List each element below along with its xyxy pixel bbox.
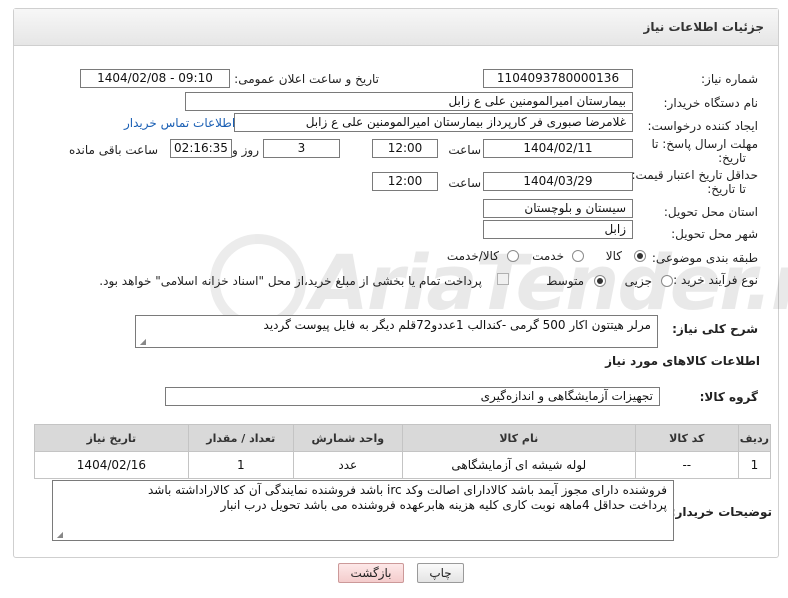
- remaining-time-label: ساعت باقی مانده: [68, 143, 158, 157]
- category-option-goods: کالا: [605, 249, 622, 263]
- resize-handle-icon[interactable]: ◢: [55, 531, 63, 539]
- col-row-number: ردیف: [737, 424, 772, 452]
- col-unit: واحد شمارش: [292, 424, 403, 452]
- resize-handle-icon[interactable]: ◢: [138, 338, 146, 346]
- cell-quantity: 1: [187, 451, 294, 479]
- col-quantity: تعداد / مقدار: [187, 424, 294, 452]
- category-option-goods-service: کالا/خدمت: [446, 249, 499, 263]
- process-radio-medium[interactable]: [594, 275, 606, 287]
- deadline-date-field[interactable]: 1404/02/11: [483, 139, 633, 158]
- col-goods-name: نام کالا: [401, 424, 636, 452]
- category-radio-goods[interactable]: [634, 250, 646, 262]
- remaining-time-field[interactable]: 02:16:35: [170, 139, 232, 158]
- validity-time-field[interactable]: 12:00: [372, 172, 438, 191]
- announce-datetime-field[interactable]: 1404/02/08 - 09:10: [80, 69, 230, 88]
- buyer-notes-label: توضیحات خریدار:: [670, 505, 772, 519]
- need-number-field[interactable]: 1104093780000136: [483, 69, 633, 88]
- validity-date-field[interactable]: 1404/03/29: [483, 172, 633, 191]
- process-radio-minor[interactable]: [661, 275, 673, 287]
- goods-info-title: اطلاعات کالاهای مورد نیاز: [605, 354, 760, 368]
- description-field[interactable]: مرلر هیتتون اکار 500 گرمی -کندالب 1عددو7…: [135, 315, 658, 348]
- description-text: مرلر هیتتون اکار 500 گرمی -کندالب 1عددو7…: [263, 318, 651, 332]
- days-label: روز و: [232, 143, 259, 157]
- validity-label-date: تا تاریخ:: [707, 182, 746, 196]
- need-number-label: شماره نیاز:: [701, 72, 758, 86]
- cell-goods-code: --: [634, 451, 739, 479]
- buyer-contact-link[interactable]: اطلاعات تماس خریدار: [124, 116, 235, 130]
- validity-time-label: ساعت: [448, 176, 481, 190]
- col-goods-code: کد کالا: [634, 424, 739, 452]
- city-field[interactable]: زابل: [483, 220, 633, 239]
- deadline-label: مهلت ارسال پاسخ: تا: [651, 137, 758, 151]
- process-label: نوع فرآیند خرید :: [673, 273, 758, 287]
- process-option-minor: جزیی: [624, 274, 652, 288]
- category-radio-goods-service[interactable]: [507, 250, 519, 262]
- description-label: شرح کلی نیاز:: [672, 322, 758, 336]
- table-row[interactable]: 1 -- لوله شیشه ای آزمایشگاهی عدد 1 1404/…: [34, 451, 772, 479]
- cell-goods-name: لوله شیشه ای آزمایشگاهی: [401, 451, 636, 479]
- category-label: طبقه بندی موضوعی:: [651, 251, 758, 265]
- buyer-org-field[interactable]: بیمارستان امیرالمومنین علی ع زابل: [185, 92, 633, 111]
- days-field[interactable]: 3: [263, 139, 340, 158]
- cell-need-date: 1404/02/16: [34, 451, 189, 479]
- deadline-time-field[interactable]: 12:00: [372, 139, 438, 158]
- creator-field[interactable]: غلامرضا صبوری فر کارپرداز بیمارستان امیر…: [234, 113, 633, 132]
- process-option-medium: متوسط: [546, 274, 584, 288]
- creator-label: ایجاد کننده درخواست:: [647, 119, 758, 133]
- panel-header: جزئیات اطلاعات نیاز: [14, 9, 778, 46]
- buyer-org-label: نام دستگاه خریدار:: [663, 96, 759, 110]
- announce-label: تاریخ و ساعت اعلان عمومی:: [234, 72, 379, 86]
- buyer-notes-line-2: پرداخت حداقل 4ماهه نوبت کاری کلیه هزینه …: [220, 498, 667, 512]
- goods-group-field[interactable]: تجهیزات آزمایشگاهی و اندازه‌گیری: [165, 387, 660, 406]
- treasury-payment-note: پرداخت تمام یا بخشی از مبلغ خرید،از محل …: [99, 274, 482, 288]
- city-label: شهر محل تحویل:: [671, 227, 758, 241]
- goods-group-label: گروه کالا:: [699, 390, 758, 404]
- province-label: استان محل تحویل:: [663, 205, 758, 219]
- cell-unit: عدد: [292, 451, 403, 479]
- treasury-payment-checkbox[interactable]: [497, 273, 509, 285]
- table-header-row: ردیف کد کالا نام کالا واحد شمارش تعداد /…: [34, 424, 772, 452]
- back-button[interactable]: بازگشت: [338, 563, 404, 583]
- deadline-time-label: ساعت: [448, 143, 481, 157]
- print-button[interactable]: چاپ: [417, 563, 464, 583]
- deadline-label-date: تاریخ:: [718, 151, 746, 165]
- province-field[interactable]: سیستان و بلوچستان: [483, 199, 633, 218]
- buyer-notes-field[interactable]: فروشنده دارای مجوز آیمد باشد کالادارای ا…: [52, 480, 674, 541]
- cell-row-number: 1: [737, 451, 772, 479]
- category-radio-service[interactable]: [572, 250, 584, 262]
- page-title: جزئیات اطلاعات نیاز: [643, 20, 764, 34]
- buyer-notes-line-1: فروشنده دارای مجوز آیمد باشد کالادارای ا…: [147, 483, 667, 497]
- validity-label: حداقل تاریخ اعتبار قیمت:: [631, 168, 758, 182]
- category-option-service: خدمت: [532, 249, 564, 263]
- col-need-date: تاریخ نیاز: [34, 424, 189, 452]
- goods-table: ردیف کد کالا نام کالا واحد شمارش تعداد /…: [34, 424, 772, 479]
